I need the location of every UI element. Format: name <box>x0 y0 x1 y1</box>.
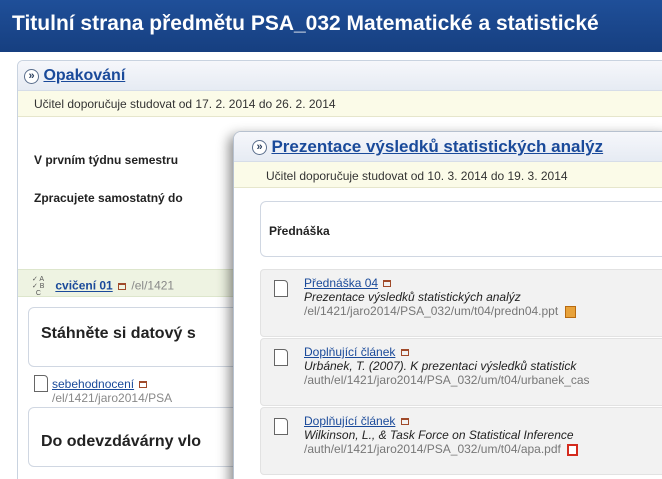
section-header: » Prezentace výsledků statistických anal… <box>234 132 662 162</box>
content-box: Přednáška <box>260 201 662 257</box>
window-icon[interactable] <box>400 349 409 357</box>
box-heading: Stáhněte si datový s <box>41 325 196 342</box>
double-chevron-right-icon[interactable]: » <box>252 139 267 155</box>
list-item: Přednáška 04 Prezentace výsledků statist… <box>260 269 662 337</box>
study-dates: Učitel doporučuje studovat od 17. 2. 201… <box>18 91 662 117</box>
resource-link[interactable]: Přednáška 04 <box>304 276 378 290</box>
window-icon[interactable] <box>383 280 392 288</box>
file-path: /auth/el/1421/jaro2014/PSA_032/um/t04/ur… <box>304 373 590 387</box>
file-path: /el/1421/jaro2014/PSA_032/um/t04/predn04… <box>304 304 559 318</box>
section-title-link[interactable]: Prezentace výsledků statistických analýz <box>271 137 603 156</box>
window-icon[interactable] <box>139 381 148 389</box>
study-dates: Učitel doporučuje studovat od 10. 3. 201… <box>234 162 662 188</box>
page-title: Titulní strana předmětu PSA_032 Matemati… <box>0 0 662 52</box>
abc-checklist-icon: ✓ A ✓ B C <box>32 276 45 297</box>
document-icon <box>274 349 288 366</box>
file-path: /el/1421/jaro2014/PSA <box>52 391 173 405</box>
resource-link[interactable]: Doplňující článek <box>304 345 395 359</box>
section-prezentace: » Prezentace výsledků statistických anal… <box>233 131 662 479</box>
document-icon <box>274 280 288 297</box>
window-icon[interactable] <box>118 283 127 290</box>
section-title-link[interactable]: Opakování <box>43 67 125 84</box>
window-icon[interactable] <box>400 418 409 426</box>
cviceni-link[interactable]: cvičení 01 <box>55 279 112 293</box>
resource-description: Wilkinson, L., & Task Force on Statistic… <box>304 428 574 442</box>
resource-description: Prezentace výsledků statistických analýz <box>304 290 521 304</box>
document-icon <box>274 418 288 435</box>
sebehodnoceni-link[interactable]: sebehodnocení <box>52 377 134 391</box>
list-item: Doplňující článek Urbánek, T. (2007). K … <box>260 338 662 406</box>
section-header: » Opakování <box>18 61 662 91</box>
pdf-icon[interactable] <box>567 443 579 456</box>
intro-paragraph-1: V prvním týdnu semestru <box>34 153 179 167</box>
resource-link[interactable]: Doplňující článek <box>304 414 395 428</box>
box-heading: Přednáška <box>269 224 330 238</box>
list-item: Doplňující článek Wilkinson, L., & Task … <box>260 407 662 475</box>
list-item-sebehodnoceni: sebehodnocení /el/1421/jaro2014/PSA <box>52 377 172 405</box>
file-path: /auth/el/1421/jaro2014/PSA_032/um/t04/ap… <box>304 442 561 456</box>
box-heading: Do odevzdávárny vlo <box>41 433 202 450</box>
file-path: /el/1421 <box>131 278 175 293</box>
document-icon <box>34 375 48 392</box>
ppt-icon[interactable] <box>564 305 576 318</box>
double-chevron-right-icon[interactable]: » <box>24 68 39 84</box>
resource-description: Urbánek, T. (2007). K prezentaci výsledk… <box>304 359 577 373</box>
intro-paragraph-2: Zpracujete samostatný do <box>34 191 183 205</box>
